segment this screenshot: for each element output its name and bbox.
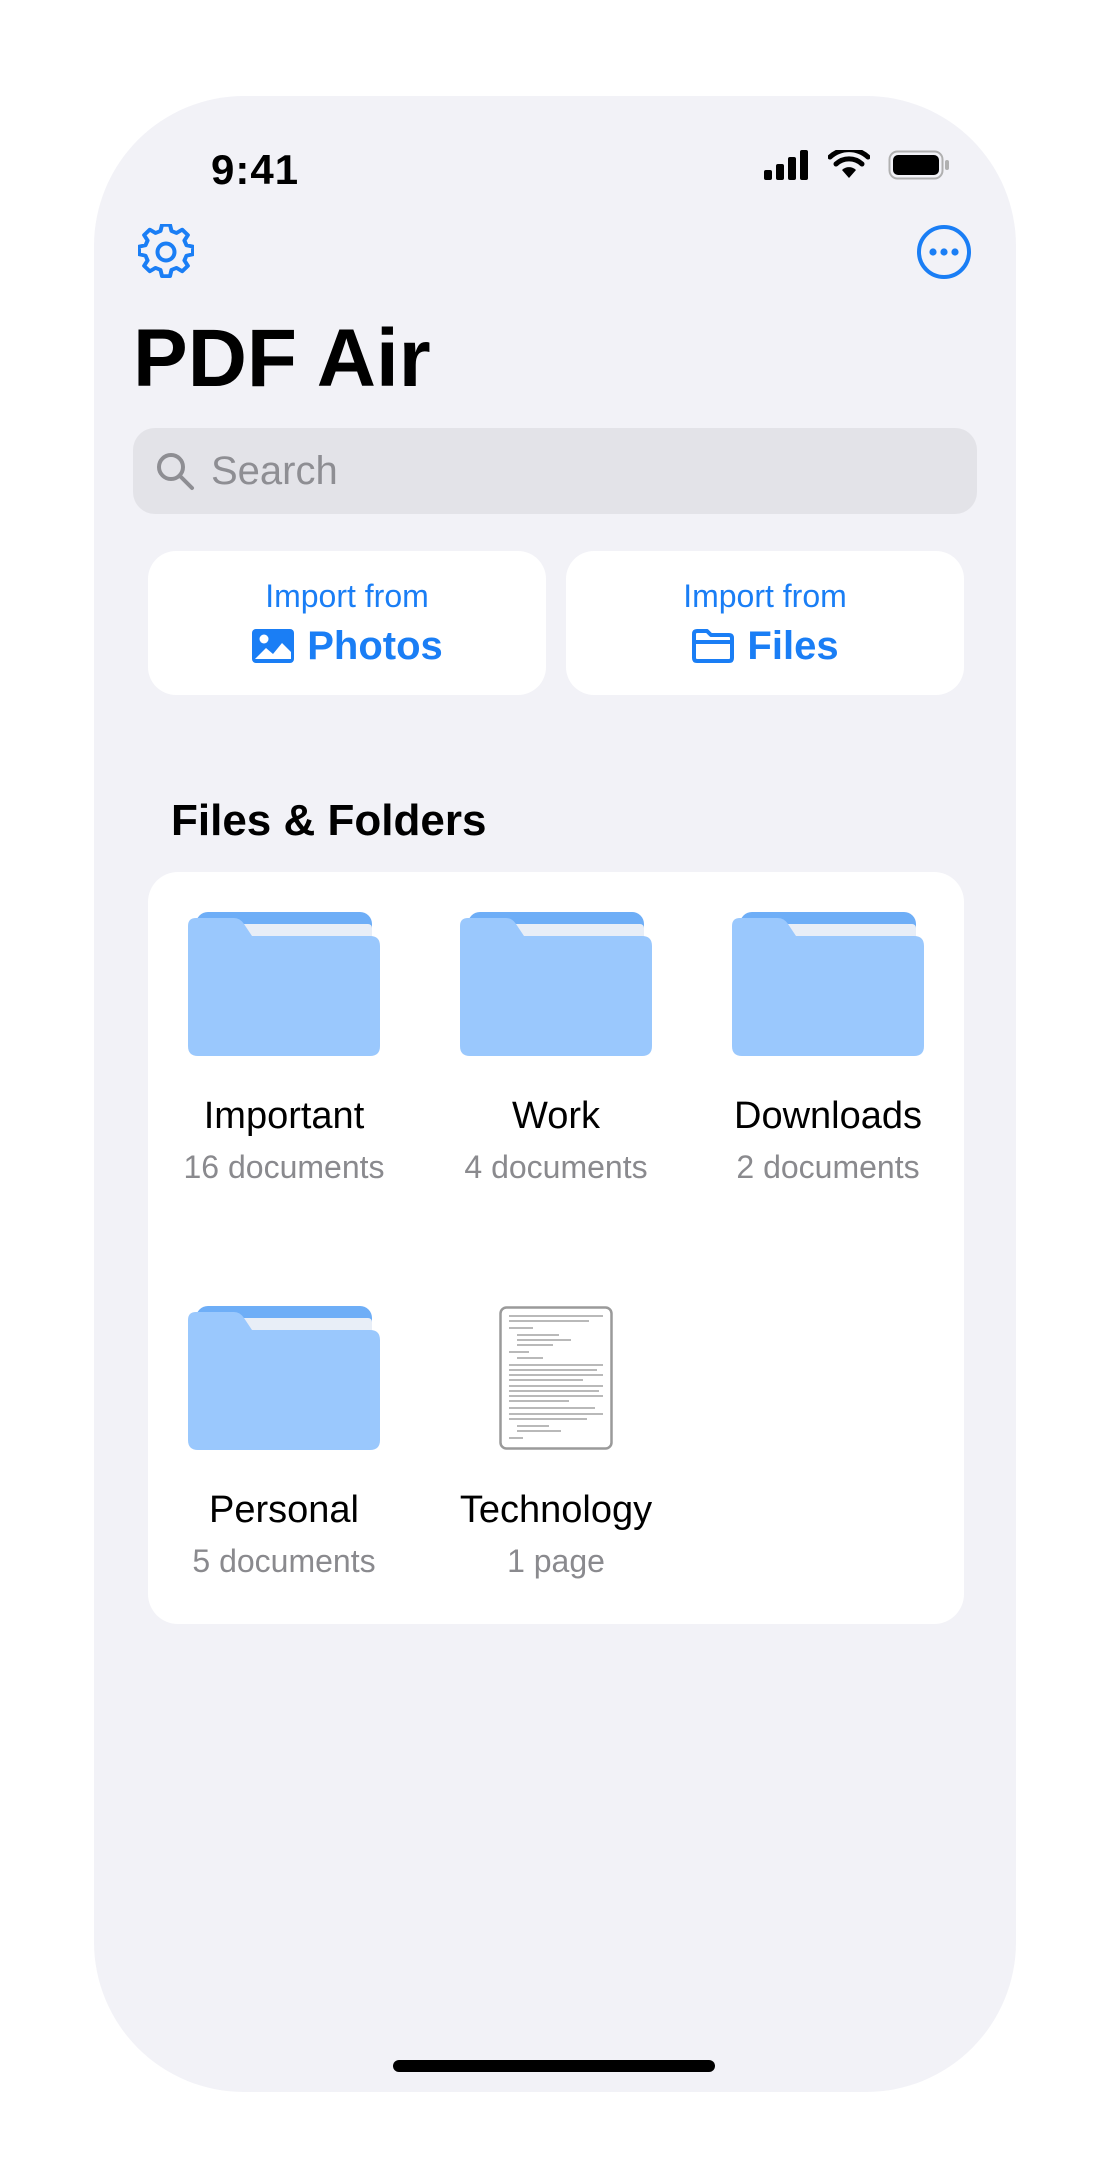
item-name: Technology: [459, 1489, 653, 1531]
folder-icon: [188, 1306, 380, 1450]
item-meta: 16 documents: [183, 1148, 385, 1185]
document-technology[interactable]: Technology 1 page: [420, 1300, 692, 1579]
settings-button[interactable]: [136, 222, 196, 282]
import-photos-caption: Import from: [265, 578, 429, 614]
ellipsis-circle-icon: [917, 225, 971, 279]
item-name: Important: [203, 1095, 365, 1137]
more-options-button[interactable]: [914, 222, 974, 282]
phone-screen: 9:41 PDF Air Search Import from Photos I…: [94, 96, 1016, 2092]
cellular-signal-icon: [764, 150, 808, 180]
folder-icon: [188, 912, 380, 1056]
item-meta: 1 page: [507, 1542, 605, 1579]
search-icon: [157, 453, 194, 490]
item-name: Personal: [209, 1489, 359, 1531]
import-photos-label: Photos: [307, 624, 443, 668]
page-title: PDF Air: [133, 313, 431, 404]
folder-downloads[interactable]: Downloads 2 documents: [692, 906, 964, 1185]
folder-icon: [692, 629, 735, 663]
status-time: 9:41: [211, 146, 300, 193]
import-files-caption: Import from: [683, 578, 847, 614]
item-name: Downloads: [734, 1095, 922, 1137]
search-bar[interactable]: [133, 428, 977, 514]
files-grid: Important 16 documents Work 4 documents: [148, 872, 964, 1624]
import-photos-button[interactable]: Import from Photos: [148, 551, 546, 695]
item-meta: 4 documents: [464, 1148, 648, 1185]
folder-icon: [732, 912, 924, 1056]
photo-icon: [252, 629, 295, 663]
section-title: Files & Folders: [171, 796, 487, 845]
import-files-label: Files: [747, 624, 839, 668]
folder-personal[interactable]: Personal 5 documents: [148, 1300, 420, 1579]
item-name: Work: [512, 1095, 600, 1137]
status-icons: [764, 148, 950, 182]
item-meta: 2 documents: [736, 1148, 920, 1185]
folder-important[interactable]: Important 16 documents: [148, 906, 420, 1185]
home-indicator[interactable]: [393, 2060, 715, 2072]
import-files-button[interactable]: Import from Files: [566, 551, 964, 695]
wifi-icon: [828, 150, 870, 178]
search-input[interactable]: [209, 447, 913, 495]
document-thumbnail-icon: [499, 1306, 613, 1450]
folder-icon: [460, 912, 652, 1056]
folder-work[interactable]: Work 4 documents: [420, 906, 692, 1185]
item-meta: 5 documents: [192, 1542, 376, 1579]
gear-icon: [138, 224, 194, 279]
battery-icon: [888, 150, 949, 180]
